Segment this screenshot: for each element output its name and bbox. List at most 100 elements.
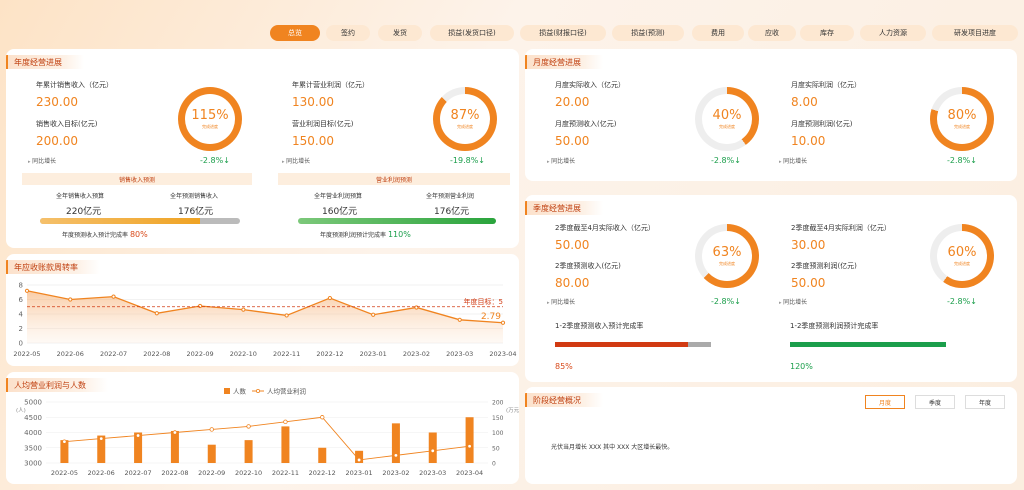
quarter-profit-change: -2.8%↓ [947, 297, 977, 306]
legend-bar-label: 人数 [233, 387, 247, 396]
monthly-profit-value: 8.00 [791, 95, 818, 109]
sales-rate-value: 80% [129, 230, 148, 239]
monthly-profit-ring: 80% 完成进度 [930, 87, 994, 151]
x-tick-label: 2022-10 [230, 350, 257, 358]
tab-shipping[interactable]: 发货 [378, 25, 422, 41]
y-left-unit: (人) [16, 407, 26, 414]
turnover-point [457, 317, 462, 322]
turnover-point [500, 320, 506, 325]
turnover-point [154, 311, 159, 316]
percap-profit-point [246, 424, 251, 429]
card-title: 阶段经营概况 [525, 393, 603, 407]
profit-budget-value: 160亿元 [322, 207, 358, 217]
tab-quarterly[interactable]: 季度 [915, 395, 955, 409]
tab-monthly[interactable]: 月度 [865, 395, 905, 409]
quarter-rev-rate-value: 85% [555, 362, 573, 371]
x-tick-label: 2022-08 [143, 350, 170, 358]
monthly-rev-ring: 40% 完成进度 [695, 87, 759, 151]
annual-sales-target-label: 销售收入目标(亿元) [36, 120, 98, 128]
quarter-rev-change: -2.8%↓ [711, 297, 741, 306]
annual-sales-yoy-label: ▸ 同比增长 [28, 158, 57, 165]
annual-sales-value: 230.00 [36, 95, 78, 109]
y-tick-label: 4 [19, 311, 24, 319]
quarter-rev-fc-label: 2季度预测收入(亿元) [555, 262, 621, 270]
tab-pl-forecast[interactable]: 损益(预测) [612, 25, 684, 41]
headcount-bar [465, 417, 474, 463]
x-tick-label: 2022-07 [124, 469, 151, 477]
percap-profit-point [320, 415, 325, 420]
monthly-progress-card: 月度经营进展 月度实际收入（亿元） 20.00 月度预测收入(亿元) 50.00… [525, 49, 1017, 181]
ring-percent: 87% [450, 108, 480, 123]
monthly-rev-change: -2.8%↓ [711, 156, 741, 165]
x-tick-label: 2022-06 [88, 469, 115, 477]
annual-sales-label: 年累计销售收入（亿元） [36, 81, 113, 89]
x-tick-label: 2022-09 [187, 350, 214, 358]
tab-pl-shipping[interactable]: 损益(发货口径) [430, 25, 514, 41]
quarter-profit-yoy: ▸ 同比增长 [779, 299, 808, 306]
percap-profit-point [209, 427, 214, 432]
percap-profit-point [283, 419, 288, 425]
last-value-label: 2.79 [481, 312, 501, 322]
target-label: 年度目标：5 [464, 297, 503, 306]
annual-profit-label: 年累计营业利润（亿元） [292, 81, 369, 89]
profit-rate-label: 年度预测利润预计完成率 110% [320, 230, 411, 239]
tab-expense[interactable]: 费用 [692, 25, 744, 41]
x-tick-label: 2022-08 [161, 469, 188, 477]
quarter-rev-value: 50.00 [555, 238, 590, 252]
monthly-rev-fc-label: 月度预测收入(亿元) [555, 120, 617, 128]
quarter-profit-ring: 60% 完成进度 [930, 224, 994, 288]
card-title: 季度经营进展 [525, 201, 603, 215]
ring-caption: 完成进度 [954, 124, 970, 129]
tab-pl-financial[interactable]: 损益(财报口径) [520, 25, 606, 41]
x-tick-label: 2023-03 [446, 350, 473, 358]
y-right-tick-label: 100 [492, 430, 504, 437]
tab-rd-progress[interactable]: 研发项目进度 [932, 25, 1018, 41]
tab-receivable[interactable]: 应收 [748, 25, 796, 41]
monthly-rev-label: 月度实际收入（亿元） [555, 81, 625, 89]
y-right-tick-label: 0 [492, 461, 496, 468]
annual-sales-change: -2.8%↓ [200, 156, 230, 165]
y-left-tick-label: 5000 [24, 399, 42, 407]
card-title: 月度经营进展 [525, 55, 603, 69]
turnover-chart: 0 2 4 6 8 年度目标：5 2.79 2022-05 2022-06 2022-07 2022… [13, 282, 516, 359]
quarter-profit-rate-label: 1-2季度预测利润预计完成率 [790, 322, 879, 330]
tab-signing[interactable]: 签约 [326, 25, 370, 41]
tab-hr[interactable]: 人力资源 [860, 25, 926, 41]
turnover-area [27, 290, 503, 343]
quarter-profit-value: 30.00 [791, 238, 826, 252]
ring-percent: 63% [712, 245, 742, 260]
turnover-point [327, 295, 333, 301]
x-tick-label: 2023-04 [489, 350, 516, 358]
tab-overview[interactable]: 总览 [270, 25, 320, 41]
turnover-point [241, 307, 246, 312]
tab-yearly[interactable]: 年度 [965, 395, 1005, 409]
x-tick-label: 2022-06 [57, 350, 84, 358]
turnover-card: 年应收账款周转率 0 2 4 6 8 年度目标：5 2.79 2022-05 2022-06 20… [6, 254, 519, 366]
tab-inventory[interactable]: 库存 [800, 25, 854, 41]
headcount-bar [207, 444, 216, 463]
sales-budget-label: 全年销售收入预算 [56, 193, 105, 200]
sales-rate-label: 年度预测收入预计完成率 80% [62, 230, 148, 239]
x-tick-label: 2022-11 [273, 350, 300, 358]
y-right-unit: (万元) [506, 407, 519, 414]
ring-caption: 完成进度 [202, 124, 218, 129]
annual-sales-target-value: 200.00 [36, 134, 78, 148]
percap-profit-point [467, 444, 472, 449]
headcount-bar [318, 447, 327, 463]
monthly-profit-fc-label: 月度预测利润(亿元) [791, 120, 853, 128]
headcount-bar [244, 440, 253, 463]
sales-forecast-header: 销售收入预测 [22, 173, 252, 185]
profit-forecast-bar [298, 218, 496, 224]
annual-sales-ring: 115% 完成进度 [178, 87, 242, 151]
y-right-tick-label: 50 [492, 445, 500, 452]
y-right-tick-label: 150 [492, 415, 504, 422]
monthly-rev-fc-value: 50.00 [555, 134, 590, 148]
x-tick-label: 2022-12 [309, 469, 336, 477]
quarter-rev-fc-value: 80.00 [555, 276, 590, 290]
percap-card: 人均营业利润与人数 3000 3500 4000 4500 5000 0 50 100 150 2… [6, 372, 519, 484]
headcount-bar [281, 426, 290, 463]
monthly-profit-change: -2.8%↓ [947, 156, 977, 165]
turnover-point [68, 297, 73, 302]
sales-forecast-value: 176亿元 [178, 207, 214, 217]
percap-profit-line [64, 416, 470, 461]
